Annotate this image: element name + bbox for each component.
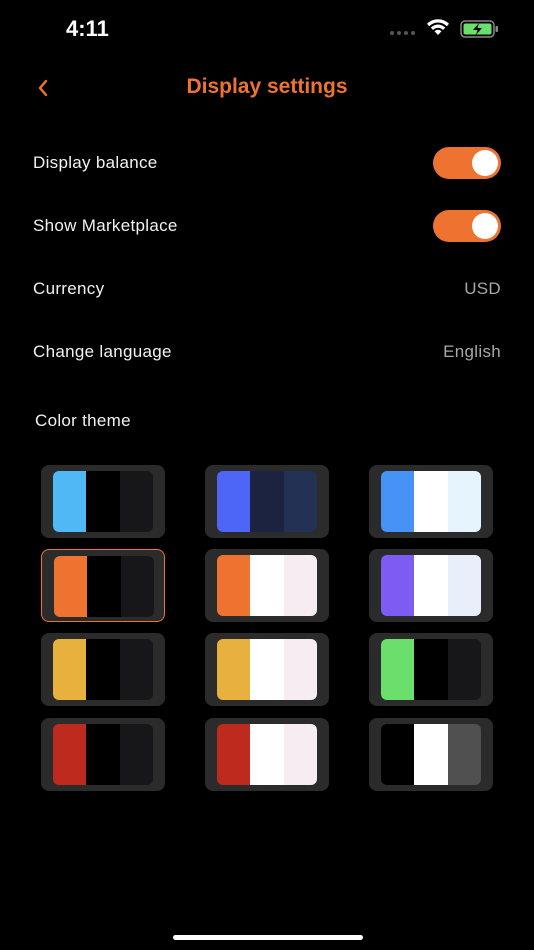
theme-color-stripe — [447, 471, 481, 532]
theme-color-stripe — [250, 724, 284, 785]
theme-swatch — [217, 724, 317, 785]
theme-swatch — [381, 555, 481, 616]
color-theme-option[interactable] — [369, 549, 493, 622]
color-theme-option[interactable] — [41, 633, 165, 706]
currency-label: Currency — [33, 279, 105, 298]
theme-swatch — [53, 639, 153, 700]
theme-color-stripe — [414, 555, 448, 616]
theme-color-stripe — [217, 555, 251, 616]
theme-swatch — [381, 471, 481, 532]
display-balance-toggle[interactable] — [433, 147, 501, 179]
color-theme-option[interactable] — [41, 718, 165, 791]
theme-swatch — [381, 724, 481, 785]
theme-color-stripe — [119, 639, 153, 700]
color-theme-option[interactable] — [41, 549, 165, 622]
theme-color-stripe — [447, 555, 481, 616]
display-balance-label: Display balance — [33, 153, 158, 172]
color-theme-option[interactable] — [369, 465, 493, 538]
theme-color-stripe — [53, 724, 87, 785]
theme-color-stripe — [414, 724, 448, 785]
color-theme-option[interactable] — [205, 465, 329, 538]
theme-swatch — [381, 639, 481, 700]
theme-color-stripe — [53, 639, 87, 700]
theme-swatch — [217, 639, 317, 700]
color-theme-option[interactable] — [369, 633, 493, 706]
theme-color-stripe — [414, 471, 448, 532]
wifi-icon — [427, 19, 449, 35]
theme-color-stripe — [87, 556, 121, 617]
toggle-knob — [472, 213, 498, 239]
theme-color-stripe — [250, 471, 284, 532]
color-theme-label: Color theme — [35, 411, 131, 430]
change-language-row[interactable]: Change language English — [33, 332, 501, 372]
theme-color-stripe — [250, 555, 284, 616]
toggle-knob — [472, 150, 498, 176]
theme-color-stripe — [381, 639, 415, 700]
home-indicator — [173, 935, 363, 940]
theme-color-stripe — [283, 724, 317, 785]
show-marketplace-row: Show Marketplace — [33, 206, 501, 246]
currency-value: USD — [464, 279, 501, 298]
theme-color-stripe — [54, 556, 88, 617]
theme-color-stripe — [283, 639, 317, 700]
theme-color-stripe — [217, 639, 251, 700]
theme-color-stripe — [86, 724, 120, 785]
theme-color-stripe — [53, 471, 87, 532]
color-theme-option[interactable] — [205, 633, 329, 706]
theme-swatch — [53, 724, 153, 785]
color-theme-grid — [41, 465, 493, 791]
show-marketplace-label: Show Marketplace — [33, 216, 178, 235]
theme-color-stripe — [217, 471, 251, 532]
color-theme-option[interactable] — [369, 718, 493, 791]
theme-swatch — [217, 555, 317, 616]
show-marketplace-toggle[interactable] — [433, 210, 501, 242]
theme-color-stripe — [283, 471, 317, 532]
theme-swatch — [217, 471, 317, 532]
battery-charging-icon — [460, 20, 498, 38]
change-language-label: Change language — [33, 342, 172, 361]
cellular-signal-icon — [390, 31, 415, 35]
theme-color-stripe — [414, 639, 448, 700]
language-value: English — [443, 342, 501, 361]
page-title: Display settings — [186, 75, 348, 98]
theme-color-stripe — [119, 724, 153, 785]
color-theme-option[interactable] — [205, 718, 329, 791]
display-balance-row: Display balance — [33, 143, 501, 183]
theme-color-stripe — [86, 471, 120, 532]
theme-color-stripe — [250, 639, 284, 700]
status-time: 4:11 — [66, 16, 109, 41]
status-bar: 4:11 — [0, 0, 534, 60]
theme-color-stripe — [119, 471, 153, 532]
theme-color-stripe — [86, 639, 120, 700]
theme-color-stripe — [447, 724, 481, 785]
theme-swatch — [54, 556, 154, 617]
theme-color-stripe — [381, 555, 415, 616]
navigation-bar: Display settings — [0, 64, 534, 112]
theme-color-stripe — [381, 471, 415, 532]
theme-color-stripe — [447, 639, 481, 700]
theme-color-stripe — [283, 555, 317, 616]
color-theme-option[interactable] — [41, 465, 165, 538]
color-theme-option[interactable] — [205, 549, 329, 622]
theme-color-stripe — [381, 724, 415, 785]
theme-color-stripe — [120, 556, 154, 617]
theme-swatch — [53, 471, 153, 532]
currency-row[interactable]: Currency USD — [33, 269, 501, 309]
theme-color-stripe — [217, 724, 251, 785]
